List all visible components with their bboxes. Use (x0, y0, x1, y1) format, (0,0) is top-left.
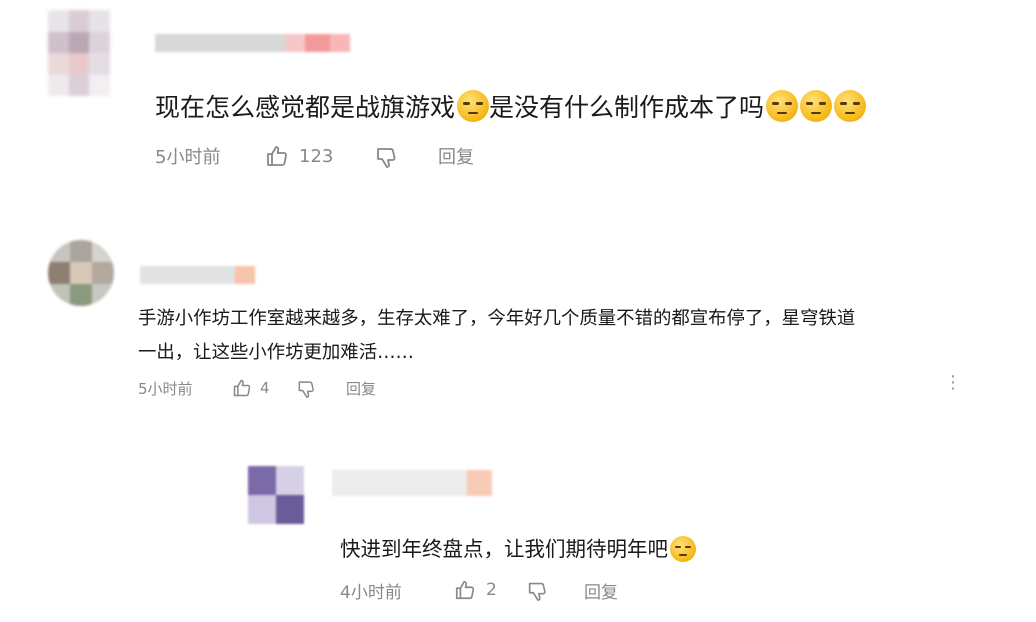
username-blurred[interactable] (155, 34, 350, 52)
like-count: 123 (299, 145, 334, 167)
username-blurred[interactable] (140, 266, 255, 284)
comment-text: 快进到年终盘点，让我们期待明年吧 (340, 534, 696, 564)
thumbs-up-icon[interactable] (265, 144, 289, 168)
cat-face-emoji-icon (670, 536, 696, 562)
reply-button[interactable]: 回复 (584, 578, 618, 603)
timestamp: 5小时前 (155, 147, 221, 168)
speechless-emoji-icon (766, 90, 799, 122)
timestamp: 4小时前 (340, 582, 402, 603)
like-count: 4 (260, 379, 270, 397)
avatar[interactable] (48, 240, 114, 306)
thumbs-up-icon[interactable] (232, 378, 252, 398)
comment-text: 现在怎么感觉都是战旗游戏 是没有什么制作成本了吗 (155, 90, 867, 125)
thumbs-down-icon[interactable] (374, 144, 398, 168)
comment-text-line-2: 一出，让这些小作坊更加难活…… (138, 342, 414, 363)
thumbs-down-icon[interactable] (526, 579, 548, 601)
comment-meta: 5小时前 123 回复 (155, 143, 474, 169)
avatar[interactable] (48, 10, 110, 96)
avatar[interactable] (248, 466, 304, 524)
speechless-emoji-icon (800, 90, 833, 122)
timestamp: 5小时前 (138, 379, 193, 398)
comment-meta: 5小时前 4 回复 (138, 377, 376, 399)
crying-laughing-emoji-icon (457, 90, 490, 122)
like-count: 2 (486, 580, 497, 600)
comment-meta: 4小时前 2 回复 (340, 578, 618, 603)
reply-button[interactable]: 回复 (438, 143, 474, 169)
thumbs-up-icon[interactable] (454, 579, 476, 601)
reply-button[interactable]: 回复 (346, 378, 376, 399)
comment-text-line-1: 手游小作坊工作室越来越多，生存太难了，今年好几个质量不错的都宣布停了，星穹铁道 (138, 308, 856, 329)
speechless-emoji-icon (834, 90, 867, 122)
username-blurred[interactable] (332, 470, 492, 496)
thumbs-down-icon[interactable] (296, 378, 316, 398)
more-vertical-icon[interactable]: ⋮ (944, 374, 962, 392)
